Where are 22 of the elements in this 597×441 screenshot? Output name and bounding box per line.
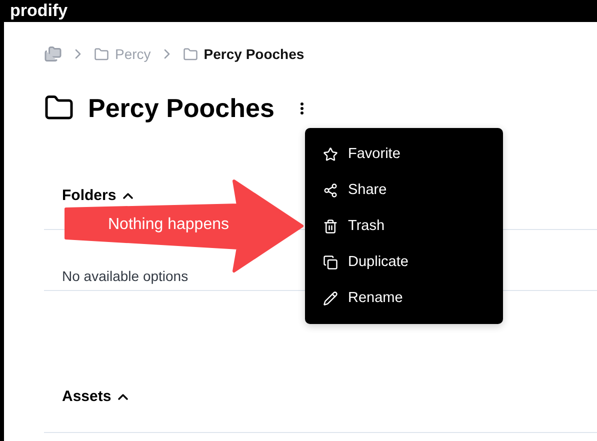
empty-message: No available options [61,268,188,284]
section-header[interactable]: Assets [62,388,132,406]
pencil-icon [323,290,338,306]
breadcrumb-link[interactable]: Percy Pooches [182,46,304,62]
page-title: Percy Pooches [88,92,274,124]
annotation-text: Nothing happens [108,216,229,234]
menu-item[interactable]: Rename [305,280,503,316]
folder-icon [182,46,198,62]
section-header[interactable]: Folders [62,187,136,205]
copy-icon [323,254,338,270]
logo: prodify [10,1,68,21]
menu-item[interactable]: Favorite [305,136,503,172]
menu-item[interactable]: Duplicate [305,244,503,280]
menu-item[interactable]: Trash [305,208,503,244]
share-icon [323,182,338,198]
star-icon [323,146,338,162]
menu-item[interactable]: Share [305,172,503,208]
kebab-icon [300,102,304,114]
folder-icon [94,46,109,62]
folders-icon[interactable] [44,45,62,63]
trash-icon [323,218,338,234]
more-options-button[interactable] [300,102,304,114]
